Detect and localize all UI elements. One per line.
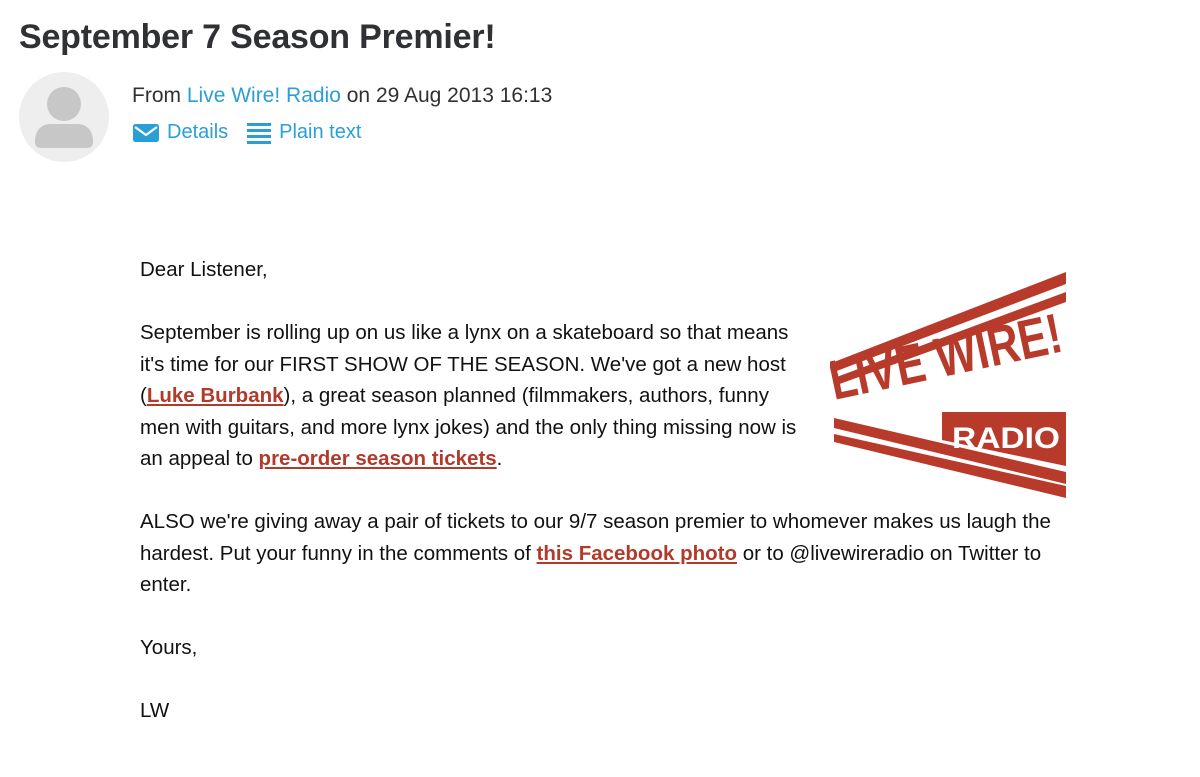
email-date: on 29 Aug 2013 16:13 [346, 84, 553, 107]
live-wire-radio-logo: LIVE WIRE! RADIO [823, 272, 1070, 498]
plain-text-label: Plain text [279, 121, 362, 143]
paragraph-season: September is rolling up on us like a lyn… [140, 317, 810, 475]
paragraph-giveaway: ALSO we're giving away a pair of tickets… [140, 506, 1095, 601]
message-actions: Details Plain text [133, 121, 361, 144]
signature: LW [140, 699, 170, 722]
closing: Yours, [140, 636, 198, 659]
lines-icon [247, 122, 272, 144]
sender-link[interactable]: Live Wire! Radio [187, 84, 341, 107]
logo-sub-text: RADIO [952, 422, 1060, 455]
email-subject: September 7 Season Premier! [19, 18, 496, 56]
paragraph-text: . [496, 447, 503, 470]
sender-avatar [19, 72, 109, 162]
facebook-photo-link[interactable]: this Facebook photo [537, 542, 737, 565]
details-label: Details [167, 121, 229, 143]
luke-burbank-link[interactable]: Luke Burbank [147, 384, 284, 407]
envelope-icon [133, 123, 159, 143]
plain-text-button[interactable]: Plain text [247, 121, 361, 144]
preorder-tickets-link[interactable]: pre-order season tickets [259, 447, 497, 470]
user-avatar-icon [35, 87, 93, 148]
from-line: From Live Wire! Radio on 29 Aug 2013 16:… [132, 84, 552, 108]
from-label: From [132, 84, 181, 107]
details-button[interactable]: Details [133, 121, 228, 144]
